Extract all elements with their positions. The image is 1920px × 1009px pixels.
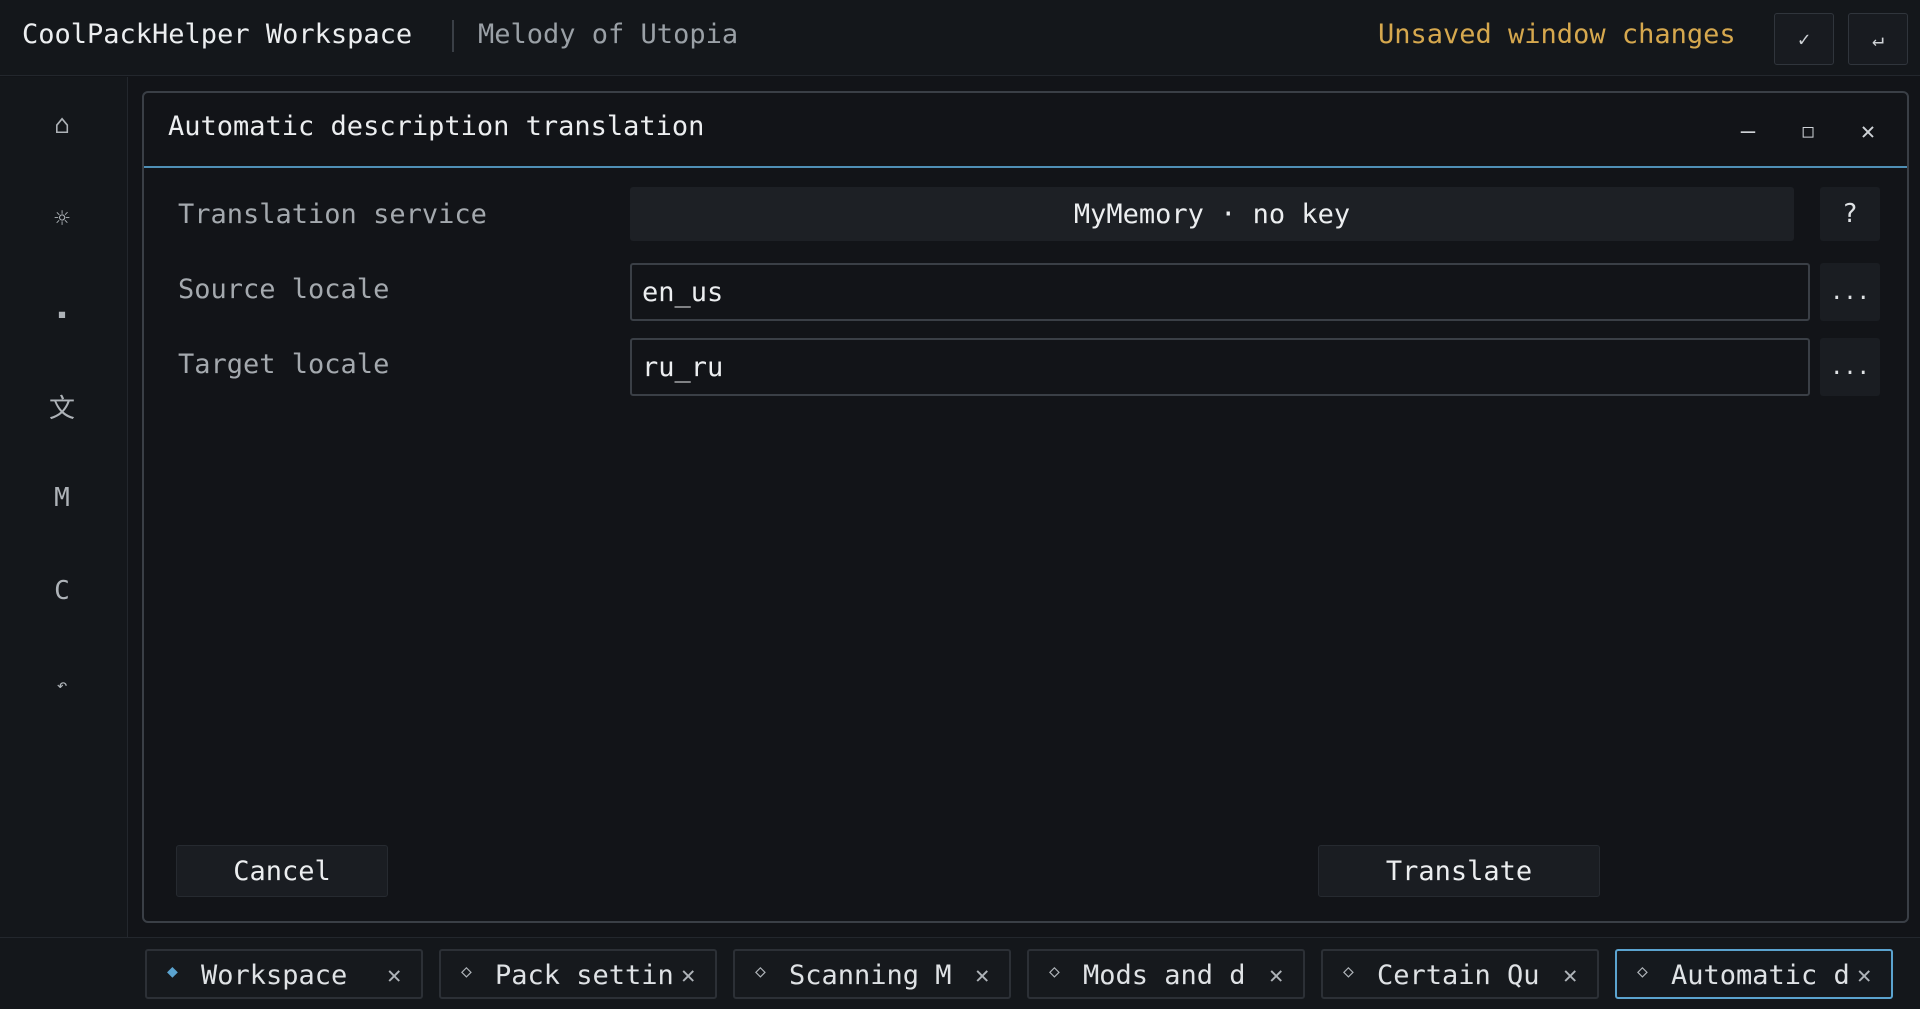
question-icon: ? (1842, 199, 1858, 229)
close-button[interactable]: ✕ (1848, 111, 1888, 151)
translation-dialog: Automatic description translation — □ ✕ … (142, 91, 1909, 923)
translation-service-label: Translation service (178, 199, 487, 230)
top-bar: CoolPackHelper Workspace Melody of Utopi… (0, 0, 1920, 76)
diamond-filled-icon: ◆ (167, 961, 178, 982)
target-locale-browse-button[interactable]: ... (1820, 338, 1880, 396)
diamond-icon: ◇ (461, 961, 472, 982)
close-icon[interactable]: ✕ (1563, 961, 1577, 989)
diamond-icon: ◇ (1637, 961, 1648, 982)
maximize-icon: □ (1802, 120, 1814, 142)
tab-certain-qu[interactable]: ◇ Certain Qu ✕ (1321, 949, 1599, 999)
sidebar-item-translate[interactable]: 文 (30, 378, 94, 434)
sidebar: ⌂ ☼ ▪ 文 M C ↶ (0, 77, 128, 937)
sidebar-item-blocks[interactable]: ▪ (30, 285, 94, 341)
translate-button[interactable]: Translate (1318, 845, 1600, 897)
help-button[interactable]: ? (1820, 187, 1880, 241)
ellipsis-icon: ... (1830, 354, 1870, 380)
settings-icon: ☼ (54, 204, 70, 234)
app-title: CoolPackHelper Workspace (22, 19, 413, 50)
source-locale-input[interactable] (630, 263, 1810, 321)
close-icon[interactable]: ✕ (1269, 961, 1283, 989)
tab-label: Scanning M (789, 960, 952, 991)
close-icon[interactable]: ✕ (1857, 961, 1871, 989)
block-icon: ▪ (57, 303, 67, 323)
translation-service-select[interactable]: MyMemory · no key (630, 187, 1794, 241)
diamond-icon: ◇ (1343, 961, 1354, 982)
maximize-button[interactable]: □ (1788, 111, 1828, 151)
tab-mods[interactable]: ◇ Mods and d ✕ (1027, 949, 1305, 999)
config-icon: C (54, 576, 70, 606)
dialog-header[interactable]: Automatic description translation — □ ✕ (144, 93, 1907, 168)
close-icon[interactable]: ✕ (975, 961, 989, 989)
target-locale-label: Target locale (178, 349, 390, 380)
diamond-icon: ◇ (1049, 961, 1060, 982)
tab-label: Mods and d (1083, 960, 1246, 991)
tab-label: Automatic d (1671, 960, 1850, 991)
undo-icon: ↶ (56, 674, 68, 696)
home-icon: ⌂ (54, 110, 70, 140)
diamond-icon: ◇ (755, 961, 766, 982)
tab-automatic-description[interactable]: ◇ Automatic d ✕ (1615, 949, 1893, 999)
tab-label: Certain Qu (1377, 960, 1540, 991)
apply-changes-button[interactable]: ✓ (1774, 13, 1834, 65)
unsaved-changes-label: Unsaved window changes (1378, 19, 1736, 50)
close-icon: ✕ (1860, 117, 1876, 145)
sidebar-item-home[interactable]: ⌂ (30, 97, 94, 153)
sidebar-item-settings[interactable]: ☼ (30, 191, 94, 247)
sidebar-item-undo[interactable]: ↶ (30, 657, 94, 713)
translation-service-value: MyMemory · no key (1073, 198, 1351, 230)
sidebar-item-config[interactable]: C (30, 563, 94, 619)
tab-workspace[interactable]: ◆ Workspace ✕ (145, 949, 423, 999)
minimize-button[interactable]: — (1728, 111, 1768, 151)
minimize-icon: — (1740, 117, 1756, 145)
checkmark-icon: ✓ (1797, 27, 1811, 51)
window-tab-bar: ◆ Workspace ✕ ◇ Pack settin ✕ ◇ Scanning… (0, 937, 1920, 1009)
target-locale-input[interactable] (630, 338, 1810, 396)
mods-icon: M (54, 483, 70, 513)
return-icon: ↵ (1871, 27, 1885, 51)
revert-changes-button[interactable]: ↵ (1848, 13, 1908, 65)
tab-label: Pack settin (495, 960, 674, 991)
title-separator (452, 20, 454, 52)
project-name: Melody of Utopia (478, 19, 739, 50)
ellipsis-icon: ... (1830, 279, 1870, 305)
tab-label: Workspace (201, 960, 348, 991)
close-icon[interactable]: ✕ (681, 961, 695, 989)
source-locale-browse-button[interactable]: ... (1820, 263, 1880, 321)
source-locale-label: Source locale (178, 274, 390, 305)
cancel-button[interactable]: Cancel (176, 845, 388, 897)
tab-pack-settings[interactable]: ◇ Pack settin ✕ (439, 949, 717, 999)
dialog-title: Automatic description translation (168, 111, 705, 142)
close-icon[interactable]: ✕ (387, 961, 401, 989)
sidebar-item-mods[interactable]: M (30, 470, 94, 526)
translate-icon: 文 (48, 393, 75, 424)
tab-scanning[interactable]: ◇ Scanning M ✕ (733, 949, 1011, 999)
